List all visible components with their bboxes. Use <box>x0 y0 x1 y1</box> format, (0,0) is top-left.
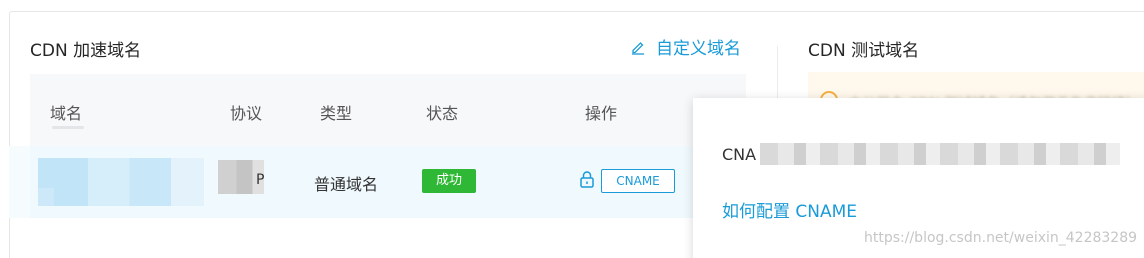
custom-domain-link[interactable]: 自定义域名 <box>630 34 741 59</box>
row-edge <box>9 146 30 218</box>
cdn-domain-title: CDN 加速域名 <box>30 41 142 61</box>
table-header <box>30 74 746 146</box>
domain-value-redacted[interactable] <box>38 158 204 206</box>
protocol-value-tail: P <box>256 172 265 188</box>
watermark: https://blog.csdn.net/weixin_42283289 <box>864 230 1138 246</box>
how-to-configure-cname-link[interactable]: 如何配置 CNAME <box>722 197 857 222</box>
cname-value-prefix: CNA <box>722 145 757 164</box>
cdn-test-domain-title: CDN 测试域名 <box>808 41 920 61</box>
cname-button[interactable]: CNAME <box>601 169 675 193</box>
column-header-domain[interactable]: 域名 <box>50 100 82 124</box>
domain-type-cell: 普通域名 <box>314 175 379 194</box>
edit-pencil-icon <box>632 41 644 55</box>
column-header-protocol: 协议 <box>230 104 263 123</box>
lock-icon <box>580 171 594 188</box>
column-header-status: 状态 <box>426 104 459 123</box>
custom-domain-label: 自定义域名 <box>656 39 741 59</box>
domain-value-redacted-tail <box>38 188 54 206</box>
status-badge: 成功 <box>422 169 476 193</box>
column-underline <box>52 126 84 129</box>
column-header-actions: 操作 <box>585 104 618 123</box>
column-header-type: 类型 <box>320 104 353 123</box>
cname-value-redacted <box>760 143 1120 165</box>
